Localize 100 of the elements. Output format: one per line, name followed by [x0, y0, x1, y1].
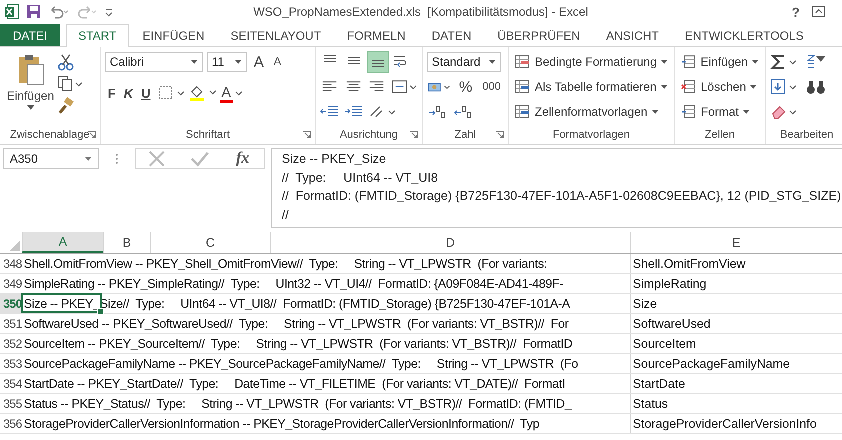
row-header[interactable]: 355: [0, 394, 22, 413]
binoculars-icon[interactable]: [806, 78, 826, 96]
window-title: WSO_PropNamesExtended.xls [Kompatibilitätsmodus] - Excel: [252, 5, 590, 19]
ribbon-tab[interactable]: FORMELN: [335, 24, 418, 46]
name-box[interactable]: A350: [3, 148, 99, 169]
formula-field[interactable]: Size -- PKEY_Size // Type: UInt64 -- VT_UI8 // FormatID: (FMTID_Storage) {B725F130-47EF-101A-A5F1-02608C9EEBAC}, 12 (PID_STG_SIZE) //: [271, 148, 842, 228]
row-header[interactable]: 351: [0, 314, 22, 333]
caret-icon: [26, 105, 35, 110]
table-cell: SimpleRating: [633, 276, 707, 290]
dialog-launcher-icon[interactable]: [410, 131, 418, 139]
font-color-button[interactable]: A: [220, 83, 234, 103]
group-label: Schriftart: [186, 129, 230, 141]
ribbon-tab[interactable]: ENTWICKLERTOOLS: [672, 24, 816, 46]
save-icon[interactable]: [26, 4, 42, 20]
cells-icon: [681, 80, 697, 94]
row-header[interactable]: 353: [0, 354, 22, 373]
number-format-field[interactable]: Standard: [427, 52, 501, 72]
styles-menu-button[interactable]: Als Tabelle formatieren: [513, 76, 670, 98]
row-header[interactable]: 348: [0, 254, 22, 273]
ribbon-display-options-icon[interactable]: [812, 5, 826, 19]
column-header[interactable]: A: [22, 232, 103, 253]
table-cell: StorageProviderCallerVersionInfo: [633, 416, 817, 430]
copy-icon[interactable]: [57, 75, 84, 93]
ribbon-tab[interactable]: SEITENLAYOUT: [218, 24, 334, 46]
table-cell: SimpleRating -- PKEY_SimpleRating// Type: UInt32 -- VT_UI4// FormatID: {A09F084E-AD41-489F-: [24, 276, 564, 290]
group-label: Bearbeiten: [780, 129, 834, 141]
sort-filter-icon[interactable]: [806, 53, 828, 71]
ribbon-tab[interactable]: EINFÜGEN: [130, 24, 217, 46]
caret-icon: [743, 110, 750, 114]
column-header[interactable]: E: [630, 232, 842, 253]
caret-icon: [191, 60, 198, 64]
table-cell: Status: [633, 396, 668, 410]
caret-icon: [652, 110, 659, 114]
table-cell: SourcePackageFamilyName: [633, 356, 790, 370]
ribbon-tab[interactable]: ANSICHT: [594, 24, 671, 46]
help-button[interactable]: ?: [786, 4, 806, 20]
ribbon-tab[interactable]: DATEN: [420, 24, 484, 46]
drag-handle-icon[interactable]: [115, 152, 119, 166]
table-cell: StartDate: [633, 376, 686, 390]
cells-menu-button[interactable]: Löschen: [679, 76, 761, 98]
group-label: Zahl: [454, 129, 476, 141]
table-cell: SourceItem -- PKEY_SourceItem// Type: String -- VT_LPWSTR (For variants: VT_BSTR)// FormatID: [24, 336, 573, 350]
caret-icon: [85, 156, 92, 160]
table-cell: Size: [633, 296, 658, 310]
font-name-field[interactable]: Calibri: [105, 52, 203, 72]
checkmark-icon[interactable]: [189, 150, 212, 168]
styles-menu-button[interactable]: Bedingte Formatierung: [513, 51, 670, 73]
bold-button[interactable]: F: [105, 83, 119, 103]
table-cell: StartDate -- PKEY_StartDate// Type: DateTime -- VT_FILETIME (For variants: VT_DATE)// FormatI: [24, 376, 566, 390]
merge-cells-icon[interactable]: [390, 79, 418, 95]
row-header[interactable]: 352: [0, 334, 22, 353]
row-header[interactable]: 349: [0, 274, 22, 293]
row-header[interactable]: 356: [0, 414, 22, 433]
column-header[interactable]: B: [103, 232, 150, 253]
caret-icon: [660, 85, 668, 89]
group-label: Ausrichtung: [340, 129, 398, 141]
shrink-font-button[interactable]: A: [271, 52, 284, 72]
underline-button[interactable]: U: [138, 83, 154, 103]
column-header[interactable]: C: [150, 232, 270, 253]
group-label: Zellen: [705, 129, 735, 141]
table-cell: SourcePackageFamilyName -- PKEY_SourcePackageFamilyName// Type: String -- VT_LPWSTR (Fo: [24, 356, 578, 370]
ribbon-tab[interactable]: ÜBERPRÜFEN: [486, 24, 592, 46]
group-label: Zwischenablage: [10, 129, 90, 141]
table-grid-icon: [515, 54, 531, 70]
format-painter-icon[interactable]: [57, 97, 76, 115]
cut-icon[interactable]: [57, 53, 76, 71]
row-header[interactable]: 354: [0, 374, 22, 393]
dialog-launcher-icon[interactable]: [496, 131, 504, 139]
vertical-align-icon[interactable]: [368, 52, 388, 72]
percent-button[interactable]: %: [456, 77, 476, 97]
ribbon-tab[interactable]: DATEI: [0, 24, 60, 46]
column-header[interactable]: D: [270, 232, 630, 253]
cells-menu-button[interactable]: Einfügen: [679, 51, 761, 73]
italic-button[interactable]: K: [120, 83, 136, 103]
caret-icon: [235, 60, 242, 64]
table-grid-icon: [515, 80, 531, 94]
font-size-field[interactable]: 11: [207, 52, 247, 72]
table-cell: Status -- PKEY_Status// Type: String -- VT_LPWSTR (For variants: VT_BSTR)// FormatID: (FMTID_: [24, 396, 572, 410]
table-cell: Shell.OmitFromView: [633, 256, 746, 270]
cells-menu-button[interactable]: Format: [679, 101, 761, 123]
styles-menu-button[interactable]: Zellenformatvorlagen: [513, 101, 670, 123]
ribbon-tab[interactable]: START: [66, 24, 129, 47]
caret-icon: [489, 60, 496, 64]
dialog-launcher-icon[interactable]: [88, 131, 96, 139]
caret-icon: [750, 85, 758, 89]
group-label: Formatvorlagen: [552, 129, 630, 141]
caret-icon: [661, 60, 668, 64]
fill-color-icon[interactable]: [188, 84, 218, 102]
cells-icon: [681, 104, 697, 120]
excel-logo-icon[interactable]: [4, 4, 20, 20]
caret-icon: [752, 60, 759, 64]
table-cell: SoftwareUsed -- PKEY_SoftwareUsed// Type: String -- VT_LPWSTR (For variants: VT_BSTR)// For: [24, 316, 569, 330]
grow-font-button[interactable]: A: [251, 52, 268, 72]
text-orientation-icon[interactable]: [368, 104, 398, 120]
table-cell: SourceItem: [633, 336, 696, 350]
thousands-separator-button[interactable]: 000: [480, 77, 504, 97]
insert-function-button[interactable]: fx: [232, 150, 254, 168]
paste-button[interactable]: Einfügen: [4, 51, 58, 126]
dialog-launcher-icon[interactable]: [303, 131, 311, 139]
table-cell: StorageProviderCallerVersionInformation -- PKEY_StorageProviderCallerVersionInformation// Typ: [24, 416, 540, 430]
